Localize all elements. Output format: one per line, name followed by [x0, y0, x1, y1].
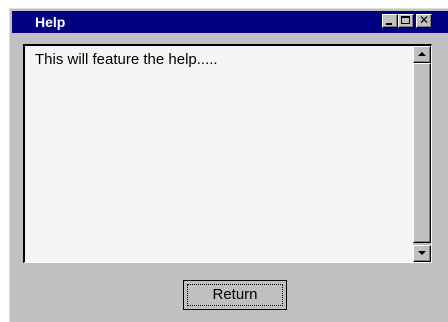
help-window: Help ✕ This will feature the help..... R… — [9, 8, 448, 322]
minimize-button[interactable] — [382, 14, 398, 28]
scroll-down-icon — [418, 251, 426, 255]
scrollbar-thumb[interactable] — [413, 63, 431, 243]
maximize-icon — [401, 16, 410, 24]
title-bar[interactable]: Help ✕ — [12, 11, 448, 33]
scroll-up-button[interactable] — [413, 46, 431, 63]
close-button[interactable]: ✕ — [416, 13, 432, 28]
scroll-down-button[interactable] — [413, 245, 431, 262]
scroll-up-icon — [418, 52, 426, 56]
window-title: Help — [35, 14, 66, 30]
vertical-scrollbar[interactable] — [413, 46, 431, 262]
return-button-label: Return — [187, 284, 283, 306]
help-text-area[interactable]: This will feature the help..... — [23, 44, 432, 263]
return-button[interactable]: Return — [183, 280, 287, 310]
maximize-button[interactable] — [398, 14, 414, 28]
close-icon: ✕ — [418, 13, 430, 27]
help-text: This will feature the help..... — [35, 51, 218, 68]
minimize-icon — [386, 23, 392, 25]
